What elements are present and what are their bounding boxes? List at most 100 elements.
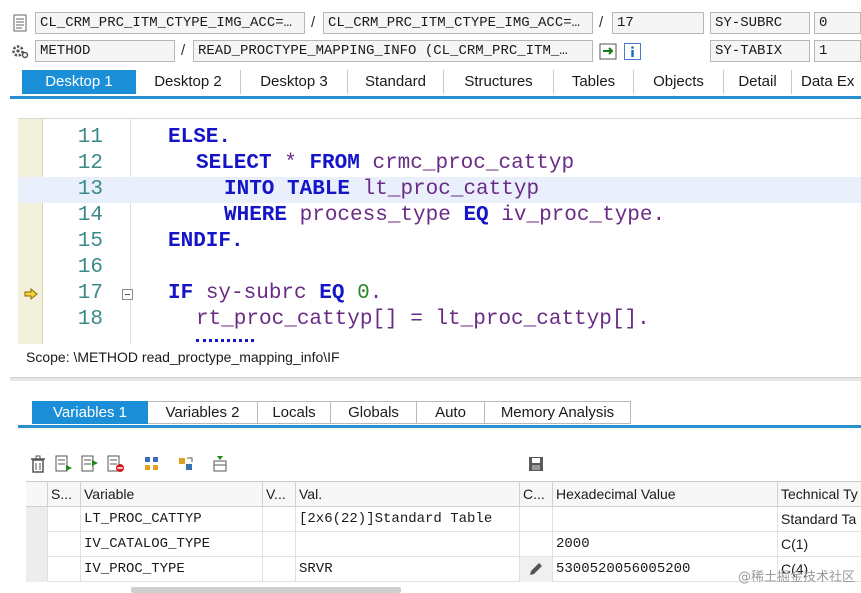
variable-cell[interactable]: IV_CATALOG_TYPE [81, 532, 263, 557]
table-header: S... Variable V... Val. C... Hexadecimal… [26, 482, 861, 507]
sy-tabix-label: SY-TABIX [710, 40, 810, 62]
value-cell[interactable]: SRVR [296, 557, 520, 582]
change-cell[interactable] [520, 557, 553, 582]
code-text: WHERE process_type EQ iv_proc_type. [224, 204, 666, 227]
source-code-editor[interactable]: 11 ELSE. 12 SELECT * FROM crmc_proc_catt… [18, 118, 861, 344]
main-program-field[interactable]: CL_CRM_PRC_ITM_CTYPE_IMG_ACC=… [35, 12, 305, 34]
column-value[interactable]: Val. [296, 482, 520, 507]
edit-pencil-icon[interactable] [528, 561, 544, 577]
append-row-icon[interactable] [81, 455, 99, 473]
tab-globals[interactable]: Globals [331, 401, 417, 424]
line-number: 12 [77, 152, 103, 175]
code-line[interactable]: 14 WHERE process_type EQ iv_proc_type. [18, 203, 861, 229]
column-status[interactable]: S... [48, 482, 81, 507]
tab-desktop-1[interactable]: Desktop 1 [22, 70, 136, 94]
sy-tabix-value: 1 [814, 40, 861, 62]
row-selector[interactable] [26, 507, 48, 532]
line-number: 13 [77, 178, 103, 201]
v-cell [263, 507, 296, 532]
code-line[interactable]: 12 SELECT * FROM crmc_proc_cattyp [18, 151, 861, 177]
tab-variables-1[interactable]: Variables 1 [32, 401, 148, 424]
splitter[interactable] [10, 377, 861, 381]
change-cell [520, 532, 553, 557]
tab-structures[interactable]: Structures [444, 70, 554, 94]
header-row-event: METHOD / READ_PROCTYPE_MAPPING_INFO (CL_… [0, 38, 861, 66]
tab-desktop-3[interactable]: Desktop 3 [241, 70, 348, 94]
row-selector[interactable] [26, 532, 48, 557]
structure-view-icon[interactable] [143, 455, 161, 473]
tab-detail[interactable]: Detail [724, 70, 792, 94]
line-number-field[interactable]: 17 [612, 12, 704, 34]
tab-tables[interactable]: Tables [554, 70, 634, 94]
tab-auto[interactable]: Auto [417, 401, 485, 424]
tab-standard[interactable]: Standard [348, 70, 444, 94]
tab-locals[interactable]: Locals [258, 401, 331, 424]
info-icon[interactable] [624, 43, 641, 60]
gear-icon [12, 45, 29, 59]
code-line-current[interactable]: 13 INTO TABLE lt_proc_cattyp [18, 177, 861, 203]
row-selector[interactable] [26, 557, 48, 582]
variable-tab-underline [18, 425, 861, 428]
column-v[interactable]: V... [263, 482, 296, 507]
code-text: rt_proc_cattyp[] = lt_proc_cattyp[]. [196, 308, 650, 331]
settings-table-icon[interactable] [211, 455, 229, 473]
line-number: 17 [77, 282, 103, 305]
sy-subrc-label: SY-SUBRC [710, 12, 810, 34]
column-variable[interactable]: Variable [81, 482, 263, 507]
column-change[interactable]: C... [520, 482, 553, 507]
include-field[interactable]: CL_CRM_PRC_ITM_CTYPE_IMG_ACC=… [323, 12, 593, 34]
horizontal-scrollbar[interactable] [131, 587, 401, 593]
code-text: INTO TABLE lt_proc_cattyp [224, 178, 540, 201]
value-cell[interactable]: [2x6(22)]Standard Table [296, 507, 520, 532]
line-number: 15 [77, 230, 103, 253]
insert-row-icon[interactable] [55, 455, 73, 473]
tab-variables-2[interactable]: Variables 2 [148, 401, 258, 424]
separator: / [181, 42, 186, 59]
variable-tabs: Variables 1 Variables 2 Locals Globals A… [32, 401, 631, 424]
code-line-debugger-position[interactable]: 17 IF sy-subrc EQ 0. [18, 281, 861, 307]
delete-row-icon[interactable] [107, 455, 125, 473]
code-line[interactable]: 11 ELSE. [18, 125, 861, 151]
event-type-field[interactable]: METHOD [35, 40, 175, 62]
status-cell [48, 507, 81, 532]
clipped-code-line [196, 337, 254, 344]
tab-objects[interactable]: Objects [634, 70, 724, 94]
code-text: ELSE. [168, 126, 232, 149]
separator: / [311, 14, 316, 31]
status-cell [48, 532, 81, 557]
variable-cell[interactable]: LT_PROC_CATTYP [81, 507, 263, 532]
event-name-field[interactable]: READ_PROCTYPE_MAPPING_INFO (CL_CRM_PRC_I… [193, 40, 593, 62]
v-cell [263, 532, 296, 557]
program-icon [13, 14, 27, 32]
watermark: @稀土掘金技术社区 [737, 570, 855, 585]
variables-table: S... Variable V... Val. C... Hexadecimal… [26, 481, 861, 593]
code-line[interactable]: 15 ENDIF. [18, 229, 861, 255]
technical-type-cell: C(1) [781, 536, 809, 552]
code-text: SELECT * FROM crmc_proc_cattyp [196, 152, 575, 175]
variable-cell[interactable]: IV_PROC_TYPE [81, 557, 263, 582]
line-number: 16 [77, 256, 103, 279]
navigate-icon[interactable] [599, 43, 617, 60]
collapse-block-icon[interactable] [122, 289, 133, 300]
save-icon[interactable] [527, 455, 545, 473]
scope-label: Scope: \METHOD read_proctype_mapping_inf… [26, 349, 340, 365]
table-row[interactable]: IV_PROC_TYPE SRVR 5300520056005200 C(4) [26, 557, 861, 582]
value-cell[interactable] [296, 532, 520, 557]
sy-subrc-value: 0 [814, 12, 861, 34]
table-row[interactable]: IV_CATALOG_TYPE 2000 C(1) [26, 532, 861, 557]
table-row[interactable]: LT_PROC_CATTYP [2x6(22)]Standard Table S… [26, 507, 861, 532]
code-line[interactable]: 16 [18, 255, 861, 281]
current-statement-arrow-icon [24, 288, 38, 300]
line-number: 18 [77, 308, 103, 331]
column-technical-type[interactable]: Technical Ty [778, 482, 861, 507]
code-line[interactable]: 18 rt_proc_cattyp[] = lt_proc_cattyp[]. [18, 307, 861, 333]
tab-desktop-2[interactable]: Desktop 2 [136, 70, 241, 94]
tab-memory-analysis[interactable]: Memory Analysis [485, 401, 631, 424]
column-hexadecimal-value[interactable]: Hexadecimal Value [553, 482, 778, 507]
tab-data-explorer[interactable]: Data Ex [792, 70, 861, 94]
delete-icon[interactable] [29, 455, 47, 473]
column-select[interactable] [26, 482, 48, 507]
export-icon[interactable] [177, 455, 195, 473]
code-text: ENDIF. [168, 230, 244, 253]
line-number: 14 [77, 204, 103, 227]
